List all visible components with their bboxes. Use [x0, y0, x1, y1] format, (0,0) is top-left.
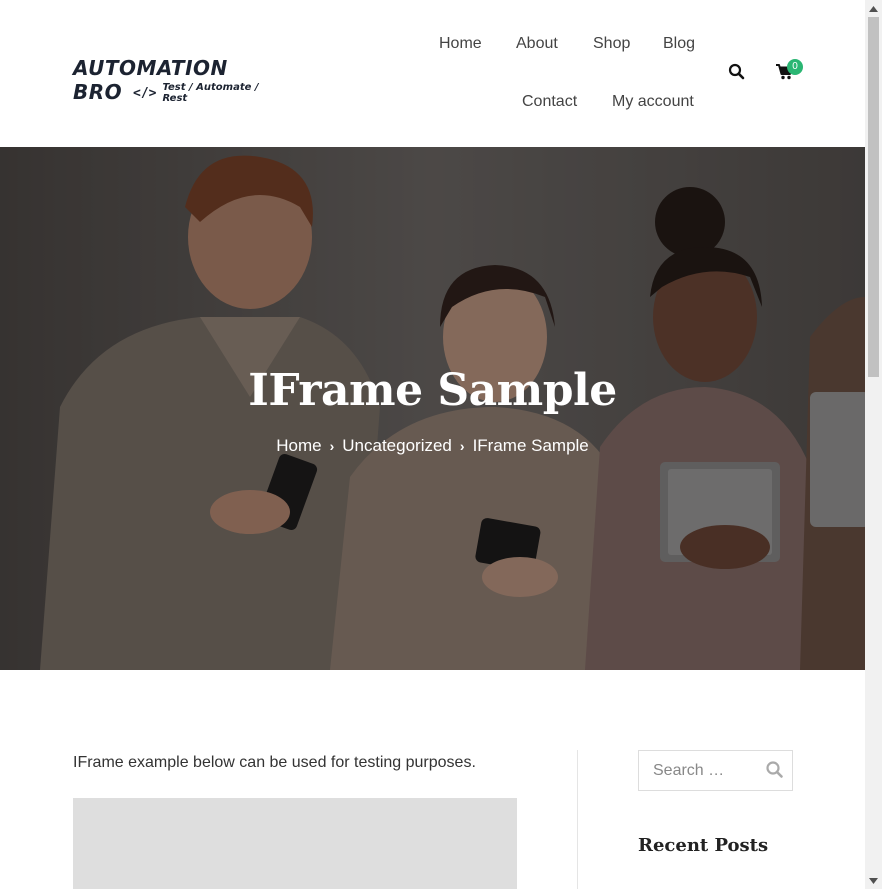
recent-posts-heading: Recent Posts: [638, 835, 769, 856]
logo-tagline: Test / Automate / Rest: [162, 82, 259, 104]
nav-about[interactable]: About: [516, 34, 558, 54]
breadcrumb: Home › Uncategorized › IFrame Sample: [0, 436, 865, 456]
scrollbar-thumb[interactable]: [868, 17, 879, 377]
chevron-right-icon: ›: [459, 438, 465, 454]
scroll-up-arrow-icon[interactable]: [865, 0, 882, 17]
nav-shop[interactable]: Shop: [593, 34, 630, 54]
scroll-down-arrow-icon[interactable]: [865, 872, 882, 889]
breadcrumb-current: IFrame Sample: [472, 436, 589, 455]
nav-my-account[interactable]: My account: [612, 92, 694, 112]
nav-contact[interactable]: Contact: [522, 92, 577, 112]
code-icon: </>: [133, 85, 157, 101]
search-icon[interactable]: [727, 62, 747, 82]
site-logo[interactable]: AUTOMATION BRO </> Test / Automate / Res…: [73, 56, 273, 104]
site-header: AUTOMATION BRO </> Test / Automate / Res…: [0, 0, 865, 147]
intro-text: IFrame example below can be used for tes…: [73, 754, 476, 771]
chevron-right-icon: ›: [329, 438, 335, 454]
page-hero: IFrame Sample Home › Uncategorized › IFr…: [0, 147, 865, 670]
sidebar-search: [638, 750, 793, 791]
search-icon[interactable]: [765, 760, 785, 780]
page: AUTOMATION BRO </> Test / Automate / Res…: [0, 0, 865, 889]
sidebar-divider: [577, 750, 578, 889]
page-scrollbar[interactable]: [865, 0, 882, 889]
cart-count-badge: 0: [787, 59, 803, 75]
page-title: IFrame Sample: [248, 365, 617, 416]
nav-home[interactable]: Home: [439, 34, 482, 54]
breadcrumb-uncategorized[interactable]: Uncategorized: [342, 436, 452, 456]
iframe-embed[interactable]: [73, 798, 517, 889]
breadcrumb-home[interactable]: Home: [276, 436, 321, 456]
logo-tagline-row: </> Test / Automate / Rest: [133, 82, 273, 104]
search-input[interactable]: [640, 752, 758, 789]
nav-blog[interactable]: Blog: [663, 34, 695, 54]
